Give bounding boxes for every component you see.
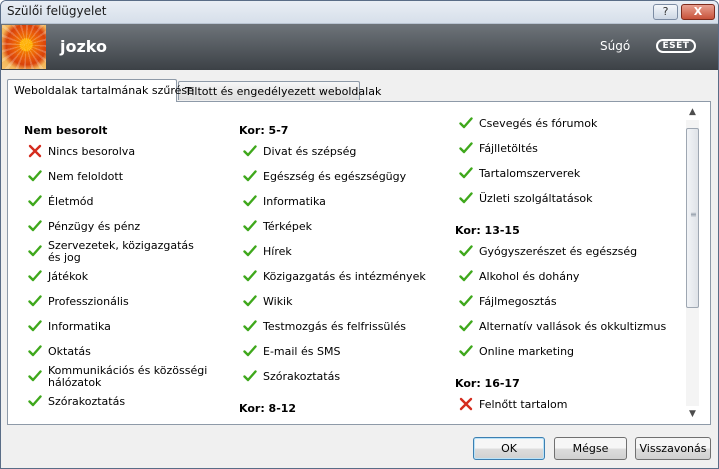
user-header: jozko Súgó ESET <box>1 24 718 70</box>
category-label: Szórakoztatás <box>48 395 126 408</box>
check-icon <box>28 395 42 407</box>
category-label: Szervezetek, közigazgatás és jog <box>48 239 194 264</box>
grip-icon: ≡ <box>690 210 697 219</box>
check-icon <box>243 170 257 182</box>
category-label: Testmozgás és felfrissülés <box>263 320 406 333</box>
category-label: Egészség és egészségügy <box>263 170 407 183</box>
category-group-title: Kor: 8-12 <box>239 402 297 415</box>
category-label: Játékok <box>48 270 89 283</box>
category-label: Professzionális <box>48 295 129 308</box>
check-icon <box>243 145 257 157</box>
title-bar[interactable]: Szülői felügyelet ? X <box>1 1 718 24</box>
help-link[interactable]: Súgó <box>600 39 630 53</box>
scroll-up-arrow-icon[interactable]: ▲ <box>684 104 701 120</box>
check-icon <box>243 195 257 207</box>
check-icon <box>243 220 257 232</box>
ok-button[interactable]: OK <box>473 437 545 460</box>
check-icon <box>243 345 257 357</box>
window-title: Szülői felügyelet <box>7 4 107 18</box>
category-label: Informatika <box>48 320 111 333</box>
category-label: Divat és szépség <box>263 145 357 158</box>
category-label: Térképek <box>263 220 313 233</box>
check-icon <box>28 345 42 357</box>
category-label: Felnőtt tartalom <box>479 398 568 411</box>
category-group-title: Kor: 5-7 <box>239 124 289 137</box>
category-label: Szórakoztatás <box>263 370 341 383</box>
tab-blocked-allowed-sites[interactable]: Tiltott és engedélyezett weboldalak <box>178 81 381 100</box>
check-icon <box>28 320 42 332</box>
check-icon <box>459 345 473 357</box>
check-icon <box>459 167 473 179</box>
check-icon <box>28 195 42 207</box>
category-label: Alkohol és dohány <box>479 270 580 283</box>
category-label: Informatika <box>263 195 326 208</box>
check-icon <box>459 320 473 332</box>
check-icon <box>243 370 257 382</box>
check-icon <box>28 170 42 182</box>
category-group-title: Kor: 16-17 <box>455 377 520 390</box>
tab-panel: Nem besorolt Nincs besorolva Nem feloldott… <box>7 101 711 425</box>
category-label: Gyógyszerészet és egészség <box>479 245 638 258</box>
check-icon <box>28 245 42 257</box>
scroll-down-arrow-icon[interactable]: ▼ <box>684 406 701 422</box>
category-label: Életmód <box>48 195 94 208</box>
vertical-scrollbar[interactable]: ▲ ≡ ▼ <box>684 104 701 422</box>
help-title-button[interactable]: ? <box>653 4 678 20</box>
check-icon <box>28 270 42 282</box>
category-label: E-mail és SMS <box>263 345 341 358</box>
close-button[interactable]: X <box>681 4 715 20</box>
check-icon <box>459 270 473 282</box>
eset-logo: ESET <box>656 39 696 53</box>
check-icon <box>243 295 257 307</box>
category-label: Kommunikációs és közösségi hálózatok <box>48 364 208 389</box>
category-label: Fájlmegosztás <box>479 295 557 308</box>
check-icon <box>459 142 473 154</box>
check-icon <box>28 370 42 382</box>
cross-icon <box>28 144 42 158</box>
category-label: Csevegés és fórumok <box>479 117 598 130</box>
category-label: Nem feloldott <box>48 170 124 183</box>
check-icon <box>459 295 473 307</box>
tab-content-filtering[interactable]: Weboldalak tartalmának szűrése <box>7 79 194 102</box>
check-icon <box>243 245 257 257</box>
cross-icon <box>459 397 473 411</box>
check-icon <box>459 245 473 257</box>
category-label: Wikik <box>263 295 293 308</box>
user-avatar <box>2 25 46 69</box>
category-label: Pénzügy és pénz <box>48 220 141 233</box>
check-icon <box>459 117 473 129</box>
category-label: Üzleti szolgáltatások <box>479 192 593 205</box>
check-icon <box>243 270 257 282</box>
check-icon <box>28 295 42 307</box>
parental-control-window: Szülői felügyelet ? X jozko Súgó ESET We… <box>0 0 719 469</box>
category-group-title: Nem besorolt <box>24 124 108 137</box>
username: jozko <box>60 37 107 56</box>
category-list: Nem besorolt Nincs besorolva Nem feloldott… <box>8 102 680 424</box>
revert-button[interactable]: Visszavonás <box>635 437 711 460</box>
category-label: Oktatás <box>48 345 91 358</box>
category-label: Nincs besorolva <box>48 145 136 158</box>
category-label: Tartalomszerverek <box>479 167 581 180</box>
cancel-button[interactable]: Mégse <box>554 437 627 460</box>
check-icon <box>243 320 257 332</box>
check-icon <box>459 192 473 204</box>
category-label: Alternatív vallások és okkultizmus <box>479 320 667 333</box>
category-label: Fájlletöltés <box>479 142 538 155</box>
scrollbar-thumb[interactable]: ≡ <box>686 128 699 308</box>
category-label: Hírek <box>263 245 292 258</box>
category-group-title: Kor: 13-15 <box>455 224 520 237</box>
category-label: Közigazgatás és intézmények <box>263 270 426 283</box>
check-icon <box>28 220 42 232</box>
category-label: Online marketing <box>479 345 575 358</box>
